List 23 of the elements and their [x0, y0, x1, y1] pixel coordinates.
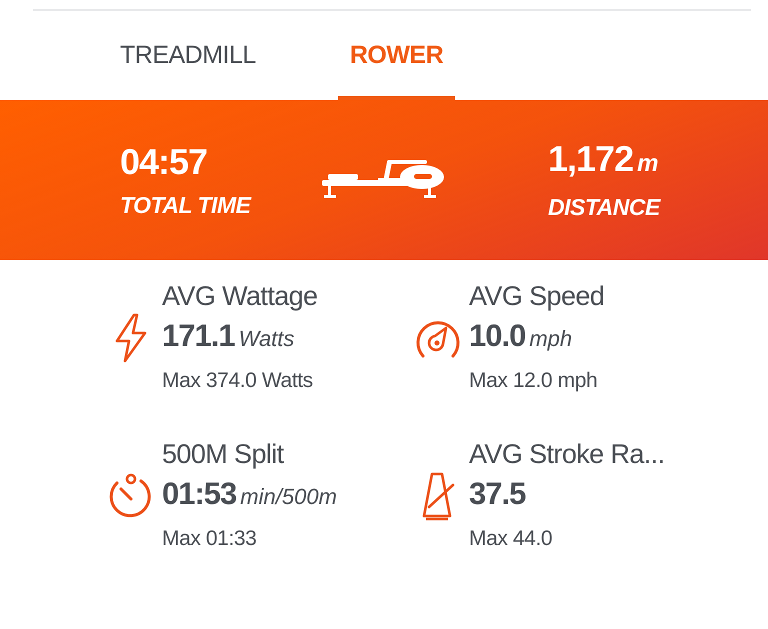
stat-max: Max 44.0	[469, 526, 554, 552]
stat-unit: Watts	[238, 326, 294, 351]
stat-max: Max 374.0 Watts	[162, 368, 314, 394]
stat-title: AVG Speed	[469, 280, 606, 313]
lightning-icon	[113, 313, 149, 363]
stat-title: AVG Stroke Ra...	[469, 438, 666, 471]
distance-unit: m	[637, 150, 658, 177]
stat-value: 171.1	[162, 318, 235, 353]
stat-value: 37.5	[469, 476, 526, 511]
stat-max: Max 12.0 mph	[469, 368, 598, 394]
tab[interactable]: TREADMILL	[108, 11, 268, 100]
metronome-icon	[421, 471, 455, 521]
stat-unit: min/500m	[240, 484, 337, 509]
total-time-label: TOTAL TIME	[120, 192, 252, 218]
stat-value: 01:53	[162, 476, 236, 511]
stat-value: 10.0	[469, 318, 526, 353]
total-time-value: 04:57	[120, 142, 208, 182]
distance-number: 1,172	[548, 138, 634, 179]
stat-unit: mph	[529, 326, 572, 351]
distance-label: DISTANCE	[548, 194, 662, 221]
stat-max: Max 01:33	[162, 526, 258, 552]
stat-title: AVG Wattage	[162, 280, 318, 313]
stat-title: 500M Split	[162, 438, 285, 471]
